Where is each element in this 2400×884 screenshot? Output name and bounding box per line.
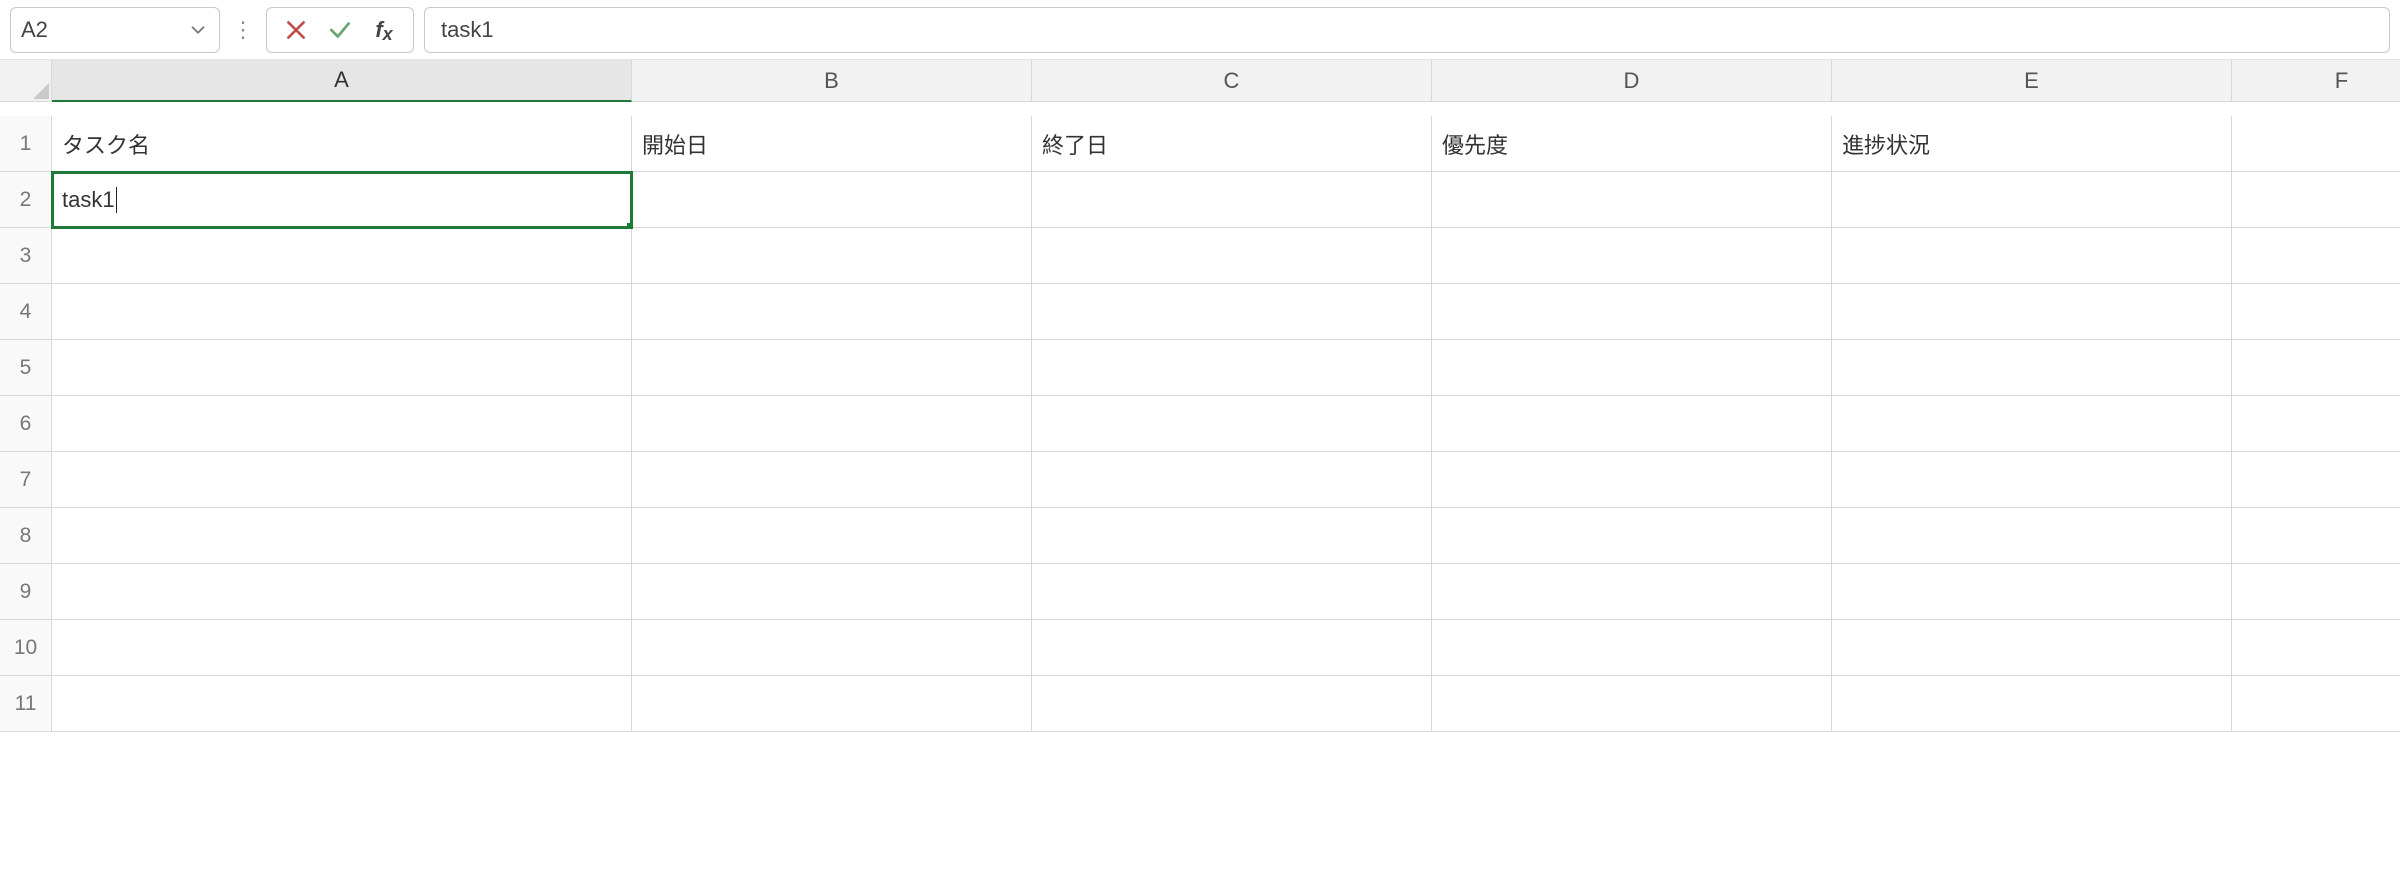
row-header[interactable]: 8 <box>0 508 52 564</box>
cell-D4[interactable] <box>1432 284 1832 340</box>
select-all-corner[interactable] <box>0 60 52 102</box>
cell-F7[interactable] <box>2232 452 2400 508</box>
name-box-value: A2 <box>21 17 187 43</box>
row-header[interactable]: 3 <box>0 228 52 284</box>
formula-bar: A2 ⋮ fx task1 <box>0 0 2400 60</box>
cell-B7[interactable] <box>632 452 1032 508</box>
cell-B8[interactable] <box>632 508 1032 564</box>
cell-B3[interactable] <box>632 228 1032 284</box>
cell-A9[interactable] <box>52 564 632 620</box>
spreadsheet-grid[interactable]: A B C D E F 1 タスク名 開始日 終了日 優先度 進捗状況 2 ta… <box>0 60 2400 732</box>
cell-F11[interactable] <box>2232 676 2400 732</box>
cell-F1[interactable] <box>2232 116 2400 172</box>
cell-E11[interactable] <box>1832 676 2232 732</box>
cell-E9[interactable] <box>1832 564 2232 620</box>
cell-A4[interactable] <box>52 284 632 340</box>
column-header-E[interactable]: E <box>1832 60 2232 102</box>
row-header[interactable]: 2 <box>0 172 52 228</box>
row-header[interactable]: 10 <box>0 620 52 676</box>
column-header-F[interactable]: F <box>2232 60 2400 102</box>
formula-input[interactable]: task1 <box>424 7 2390 53</box>
cell-D8[interactable] <box>1432 508 1832 564</box>
row-header[interactable]: 5 <box>0 340 52 396</box>
cancel-button[interactable] <box>281 15 311 45</box>
cell-E7[interactable] <box>1832 452 2232 508</box>
cell-E10[interactable] <box>1832 620 2232 676</box>
cell-D10[interactable] <box>1432 620 1832 676</box>
cell-B10[interactable] <box>632 620 1032 676</box>
row-header[interactable]: 6 <box>0 396 52 452</box>
cell-F4[interactable] <box>2232 284 2400 340</box>
cell-B9[interactable] <box>632 564 1032 620</box>
cell-F6[interactable] <box>2232 396 2400 452</box>
cell-A10[interactable] <box>52 620 632 676</box>
cell-B5[interactable] <box>632 340 1032 396</box>
more-icon[interactable]: ⋮ <box>230 17 256 43</box>
cell-A5[interactable] <box>52 340 632 396</box>
chevron-down-icon[interactable] <box>187 19 209 41</box>
cell-C6[interactable] <box>1032 396 1432 452</box>
column-header-B[interactable]: B <box>632 60 1032 102</box>
cell-C2[interactable] <box>1032 172 1432 228</box>
enter-button[interactable] <box>325 15 355 45</box>
column-header-A[interactable]: A <box>52 60 632 102</box>
cell-A7[interactable] <box>52 452 632 508</box>
cell-F5[interactable] <box>2232 340 2400 396</box>
column-header-C[interactable]: C <box>1032 60 1432 102</box>
cell-C3[interactable] <box>1032 228 1432 284</box>
cell-C9[interactable] <box>1032 564 1432 620</box>
formula-edit-buttons: fx <box>266 7 414 53</box>
cell-E1[interactable]: 進捗状況 <box>1832 116 2232 172</box>
cell-E4[interactable] <box>1832 284 2232 340</box>
formula-input-value: task1 <box>441 17 494 43</box>
cell-F8[interactable] <box>2232 508 2400 564</box>
cell-A2-value: task1 <box>62 187 115 213</box>
cell-F2[interactable] <box>2232 172 2400 228</box>
cell-C8[interactable] <box>1032 508 1432 564</box>
cell-D11[interactable] <box>1432 676 1832 732</box>
cell-F10[interactable] <box>2232 620 2400 676</box>
cell-B4[interactable] <box>632 284 1032 340</box>
cell-E3[interactable] <box>1832 228 2232 284</box>
text-caret <box>116 187 117 213</box>
cell-D7[interactable] <box>1432 452 1832 508</box>
row-header[interactable]: 9 <box>0 564 52 620</box>
cell-D1[interactable]: 優先度 <box>1432 116 1832 172</box>
cell-A1[interactable]: タスク名 <box>52 116 632 172</box>
cell-A11[interactable] <box>52 676 632 732</box>
row-header[interactable]: 7 <box>0 452 52 508</box>
cell-F3[interactable] <box>2232 228 2400 284</box>
cell-A8[interactable] <box>52 508 632 564</box>
cell-F9[interactable] <box>2232 564 2400 620</box>
cell-A2[interactable]: task1 <box>52 172 632 228</box>
cell-A3[interactable] <box>52 228 632 284</box>
cell-C1[interactable]: 終了日 <box>1032 116 1432 172</box>
insert-function-button[interactable]: fx <box>369 15 399 45</box>
cell-C11[interactable] <box>1032 676 1432 732</box>
cell-C4[interactable] <box>1032 284 1432 340</box>
column-header-D[interactable]: D <box>1432 60 1832 102</box>
cell-B6[interactable] <box>632 396 1032 452</box>
row-header[interactable]: 1 <box>0 116 52 172</box>
cell-C10[interactable] <box>1032 620 1432 676</box>
cell-B1[interactable]: 開始日 <box>632 116 1032 172</box>
name-box[interactable]: A2 <box>10 7 220 53</box>
fx-icon: fx <box>375 17 392 43</box>
cell-C7[interactable] <box>1032 452 1432 508</box>
row-header[interactable]: 11 <box>0 676 52 732</box>
cell-D3[interactable] <box>1432 228 1832 284</box>
row-header[interactable]: 4 <box>0 284 52 340</box>
cell-C5[interactable] <box>1032 340 1432 396</box>
cell-B2[interactable] <box>632 172 1032 228</box>
cell-D5[interactable] <box>1432 340 1832 396</box>
cell-E5[interactable] <box>1832 340 2232 396</box>
cell-E6[interactable] <box>1832 396 2232 452</box>
cell-E8[interactable] <box>1832 508 2232 564</box>
cell-A6[interactable] <box>52 396 632 452</box>
cell-E2[interactable] <box>1832 172 2232 228</box>
cell-B11[interactable] <box>632 676 1032 732</box>
cell-D2[interactable] <box>1432 172 1832 228</box>
cell-D6[interactable] <box>1432 396 1832 452</box>
cell-D9[interactable] <box>1432 564 1832 620</box>
